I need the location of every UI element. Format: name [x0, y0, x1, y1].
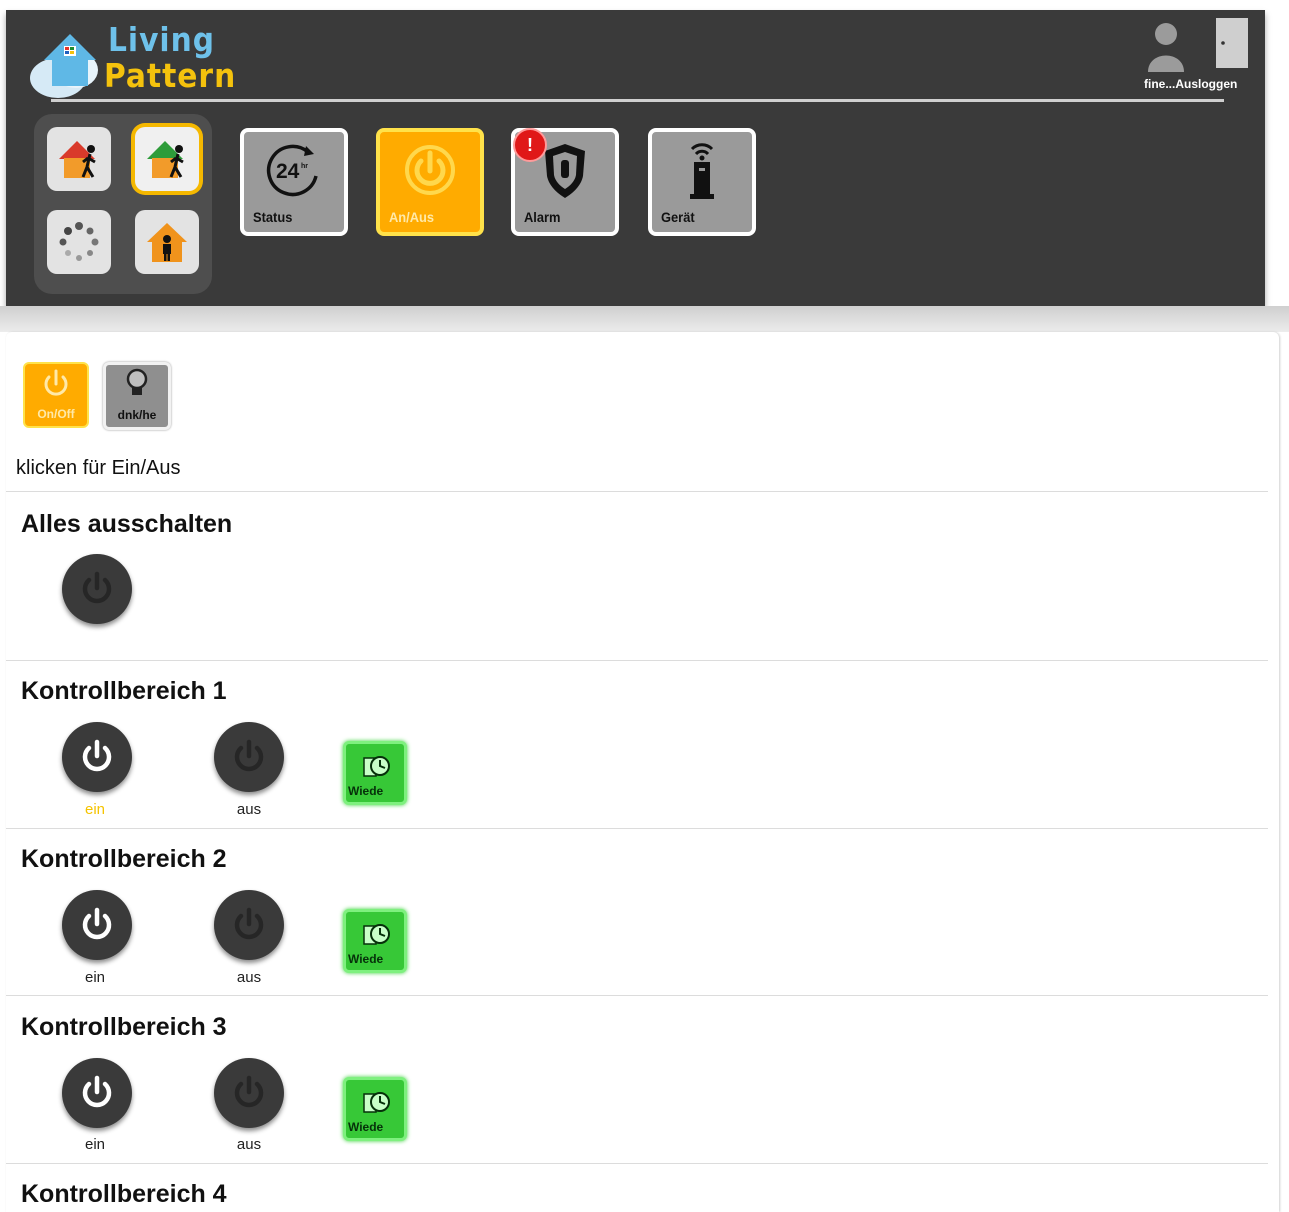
area1-schedule-button[interactable]: Wiede	[343, 741, 407, 805]
area2-on-label: ein	[84, 969, 106, 986]
power-icon	[82, 1075, 112, 1108]
nav-anaus-label: An/Aus	[389, 209, 435, 225]
power-icon	[234, 907, 264, 940]
logo-house-cloud-icon	[30, 34, 98, 98]
schedule-clock-icon	[363, 924, 390, 945]
area3-schedule-label: Wiede	[348, 1120, 384, 1134]
top-header: Living Pattern fine...Ausloggen 24 hr St…	[6, 10, 1265, 306]
header-divider	[51, 99, 1224, 102]
power-icon	[82, 571, 112, 604]
user-logout-link[interactable]: fine...Ausloggen	[1144, 77, 1237, 91]
nav-geraet-tile[interactable]: Gerät	[648, 128, 756, 236]
area3-on-button[interactable]	[62, 1058, 132, 1128]
brand-name-line2: Pattern	[104, 56, 237, 95]
area3-on-label: ein	[84, 1136, 106, 1153]
lightbulb-icon	[126, 368, 148, 395]
header-shadow-gap	[0, 306, 1289, 332]
area2-schedule-label: Wiede	[348, 952, 384, 966]
area1-off-button[interactable]	[214, 722, 284, 792]
nav-anaus-tile[interactable]: An/Aus	[376, 128, 484, 236]
area3-off-button[interactable]	[214, 1058, 284, 1128]
svg-text:hr: hr	[301, 163, 308, 170]
power-icon	[44, 369, 68, 396]
house-walk-green-icon	[147, 141, 184, 178]
schedule-clock-icon	[363, 756, 390, 777]
tab-on-off-label: On/Off	[37, 407, 75, 421]
area1-on-button[interactable]	[62, 722, 132, 792]
power-icon	[82, 739, 112, 772]
area1-off-label: aus	[236, 801, 262, 818]
schedule-clock-icon	[363, 1092, 390, 1113]
area1-on-label: ein	[84, 801, 106, 818]
mode-away-red-button[interactable]	[47, 127, 111, 191]
area1-schedule-label: Wiede	[348, 784, 384, 798]
section-divider	[6, 828, 1268, 829]
24hr-icon: 24 hr	[266, 144, 318, 197]
house-walk-red-icon	[59, 141, 96, 178]
tab-dnk-he[interactable]: dnk/he	[103, 362, 171, 430]
power-icon	[234, 739, 264, 772]
power-icon	[405, 145, 455, 195]
nav-alarm-label: Alarm	[524, 209, 561, 225]
user-icon[interactable]	[1146, 20, 1186, 72]
mode-home-green-button[interactable]	[135, 127, 199, 191]
alarm-alert-badge: !	[513, 128, 547, 162]
tab-on-off[interactable]: On/Off	[23, 362, 89, 428]
gateway-icon	[690, 143, 714, 199]
nav-status-label: Status	[253, 209, 293, 225]
section-title-1: Kontrollbereich 1	[21, 677, 227, 705]
section-title-3: Kontrollbereich 3	[21, 1013, 227, 1041]
section-divider	[6, 491, 1268, 492]
power-icon	[82, 907, 112, 940]
area3-off-label: aus	[236, 1136, 262, 1153]
power-icon	[234, 1075, 264, 1108]
area2-off-button[interactable]	[214, 890, 284, 960]
loading-dots-icon	[59, 222, 99, 261]
area2-on-button[interactable]	[62, 890, 132, 960]
logout-door-icon[interactable]	[1214, 18, 1250, 70]
section-divider	[6, 995, 1268, 996]
section-title-2: Kontrollbereich 2	[21, 845, 227, 873]
mode-present-button[interactable]	[135, 210, 199, 274]
hint-text: klicken für Ein/Aus	[16, 457, 181, 479]
area3-schedule-button[interactable]: Wiede	[343, 1077, 407, 1141]
mode-night-button[interactable]	[47, 210, 111, 274]
section-divider	[6, 1163, 1268, 1164]
section-title-4: Kontrollbereich 4	[21, 1180, 227, 1208]
area2-schedule-button[interactable]: Wiede	[343, 909, 407, 973]
main-content-panel	[6, 332, 1279, 1212]
house-person-icon	[147, 223, 187, 262]
svg-text:24: 24	[276, 160, 300, 183]
nav-status-tile[interactable]: 24 hr Status	[240, 128, 348, 236]
section-divider	[6, 660, 1268, 661]
nav-alarm-tile[interactable]: ! Alarm	[511, 128, 619, 236]
brand-name-line1: Living	[108, 20, 215, 59]
nav-geraet-label: Gerät	[661, 209, 695, 225]
all-off-title: Alles ausschalten	[21, 510, 233, 538]
all-off-power-button[interactable]	[62, 554, 132, 624]
tab-dnk-he-label: dnk/he	[117, 408, 157, 422]
mode-selector-panel	[34, 114, 212, 294]
area2-off-label: aus	[236, 969, 262, 986]
